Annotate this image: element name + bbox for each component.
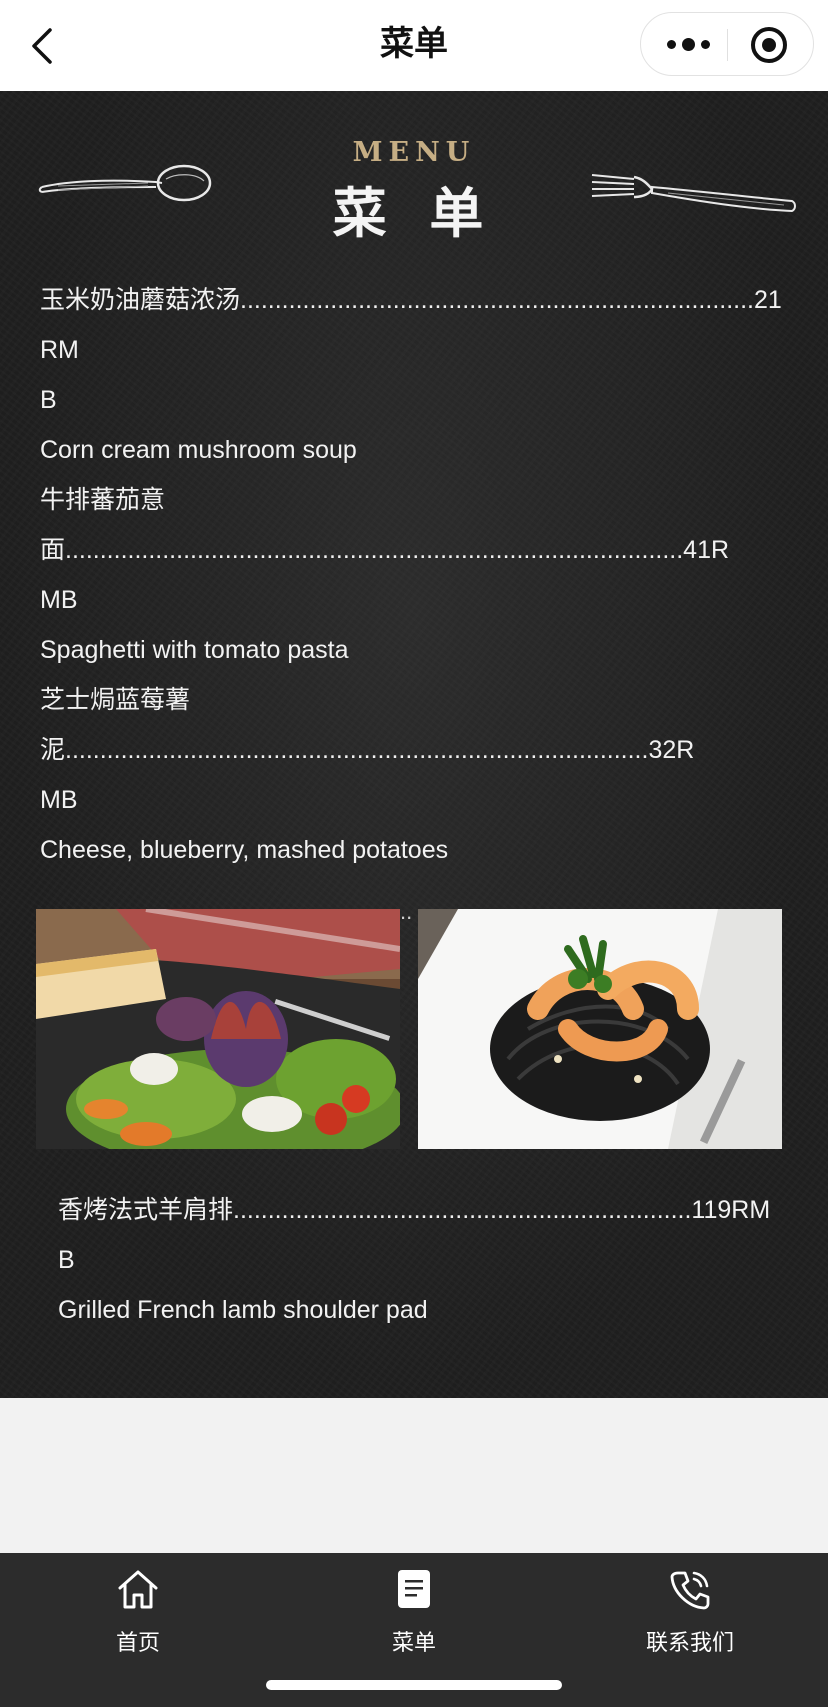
more-dot-icon <box>681 37 695 51</box>
more-dot-icon <box>666 39 676 49</box>
menu-item-english-name: Cheese, blueberry, mashed potatoes <box>40 836 449 864</box>
top-navigation-bar: 菜单 <box>0 0 828 91</box>
dish-photos <box>36 909 782 1149</box>
home-indicator <box>266 1680 562 1690</box>
menu-item-price-wrap: B <box>58 1246 75 1274</box>
menu-board: MENU 菜 单 玉米奶油蘑菇浓汤.......................… <box>0 91 828 1398</box>
tab-menu[interactable]: 菜单 <box>314 1553 514 1663</box>
menu-item: 玉米奶油蘑菇浓汤................................… <box>40 275 790 475</box>
menu-item-name-price: 香烤法式羊肩排.................................… <box>58 1196 771 1224</box>
tab-contact-us-label: 联系我们 <box>645 1631 734 1656</box>
menu-item-english-name: Corn cream mushroom soup <box>40 436 357 464</box>
menu-item-name-price: 芝士焗蓝莓薯泥.................................… <box>40 686 695 764</box>
menu-item: 芝士焗蓝莓薯泥.................................… <box>40 675 790 875</box>
menu-item-english-name: Grilled French lamb shoulder pad <box>58 1296 428 1324</box>
more-dot-icon <box>700 39 710 49</box>
tab-home[interactable]: 首页 <box>38 1553 238 1663</box>
capsule-divider <box>727 29 728 61</box>
menu-heading-english: MENU <box>352 137 476 168</box>
shrimp-squid-ink-pasta-photo <box>418 909 782 1149</box>
tab-home-label: 首页 <box>115 1631 160 1656</box>
menu-header: MENU 菜 单 <box>0 91 828 251</box>
document-icon <box>398 1570 430 1608</box>
tab-contact-us[interactable]: 联系我们 <box>590 1553 790 1663</box>
more-options-button[interactable] <box>653 13 723 75</box>
fig-salad-photo <box>36 909 400 1149</box>
menu-item-price-wrap: MB <box>40 586 78 614</box>
fork-icon <box>591 174 796 213</box>
menu-item-price-wrap: B <box>40 386 57 414</box>
menu-item-name-price: 牛排蕃茄意面..................................… <box>40 486 730 564</box>
menu-item-english-name: Spaghetti with tomato pasta <box>40 636 349 664</box>
menu-item: 香烤法式羊肩排.................................… <box>58 1185 778 1335</box>
home-icon <box>118 1570 158 1609</box>
tab-menu-label: 菜单 <box>391 1631 436 1656</box>
menu-item: 牛排蕃茄意面..................................… <box>40 475 790 675</box>
menu-item-price-wrap: MB <box>40 786 78 814</box>
mini-program-capsule <box>640 12 814 76</box>
phone-icon <box>670 1571 710 1610</box>
menu-item-name-price: 玉米奶油蘑菇浓汤................................… <box>40 286 782 364</box>
close-miniprogram-button[interactable] <box>751 27 787 63</box>
